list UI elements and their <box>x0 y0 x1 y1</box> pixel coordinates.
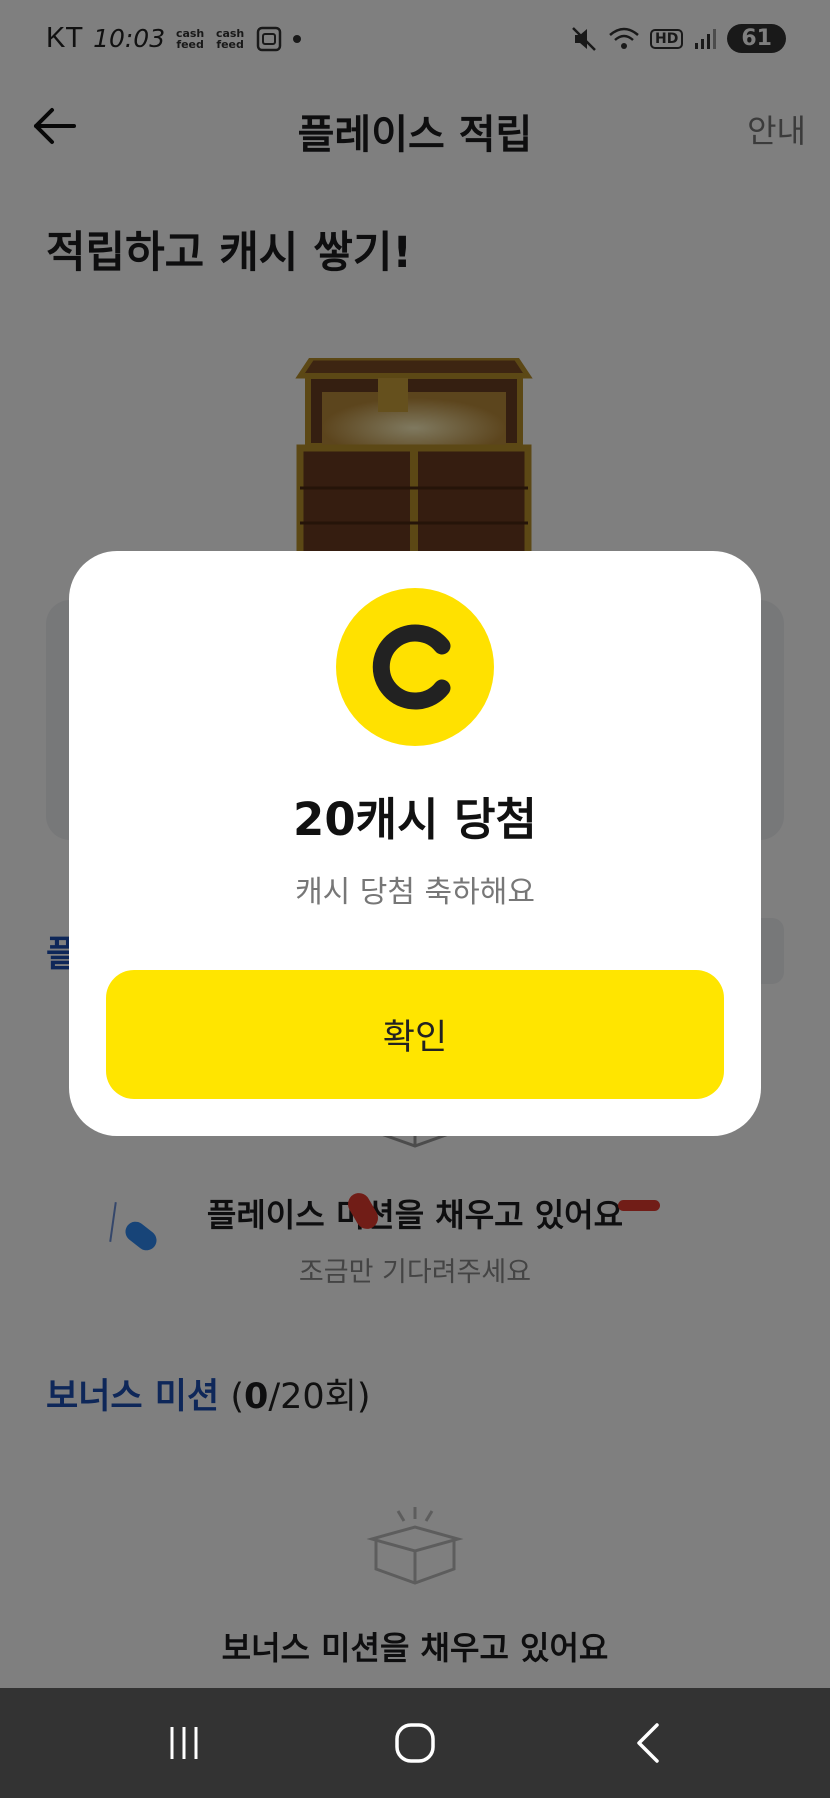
back-icon <box>637 1723 659 1763</box>
modal-title: 20캐시 당첨 <box>293 793 537 846</box>
modal-subtitle: 캐시 당첨 축하해요 <box>295 875 535 910</box>
recent-apps-icon <box>170 1727 198 1759</box>
home-button[interactable] <box>355 1688 475 1798</box>
cash-coin-icon <box>336 588 494 746</box>
coin-c-icon <box>372 624 451 710</box>
reward-modal: 20캐시 당첨 캐시 당첨 축하해요 확인 <box>69 551 761 1136</box>
system-nav-bar <box>0 1688 830 1798</box>
recent-apps-button[interactable] <box>124 1688 244 1798</box>
home-icon <box>395 1723 435 1763</box>
nav-back-button[interactable] <box>588 1688 708 1798</box>
confirm-button[interactable]: 확인 <box>106 970 724 1099</box>
